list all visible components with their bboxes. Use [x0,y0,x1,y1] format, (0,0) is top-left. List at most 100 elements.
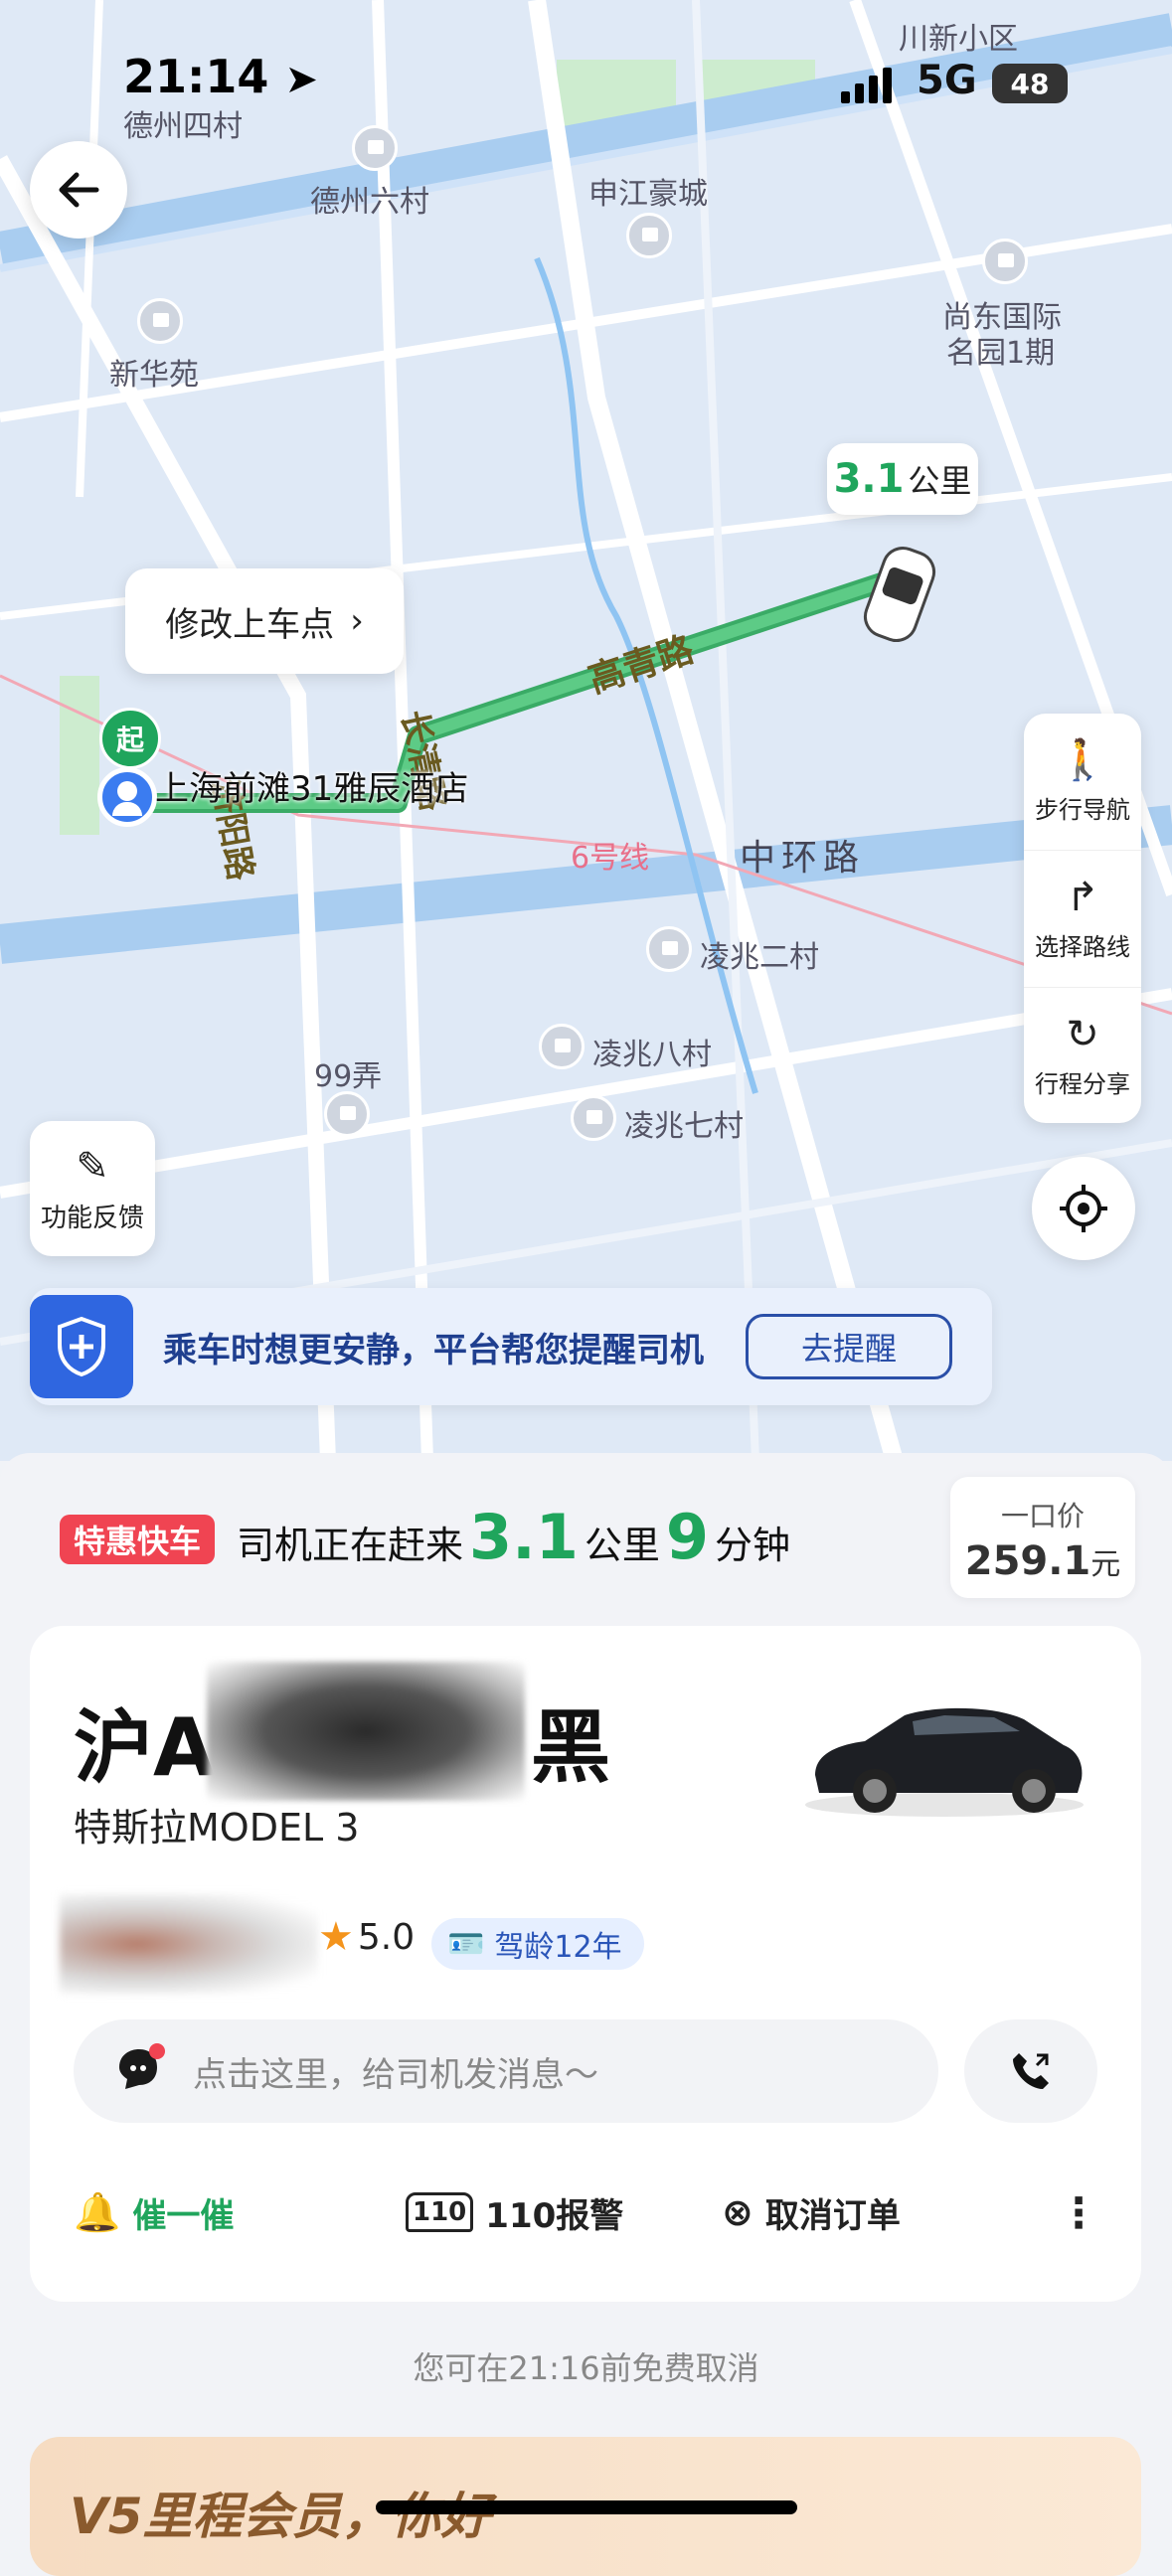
map-label: 凌兆七村 [624,1109,744,1144]
price-box[interactable]: 一口价 259.1元 [950,1477,1135,1598]
plate-redaction [207,1662,525,1801]
map-label: 凌兆二村 [700,940,819,975]
police-button[interactable]: 110 110报警 [406,2163,623,2262]
feedback-button[interactable]: ✎ 功能反馈 [30,1121,155,1256]
car-image [805,1707,1084,1817]
driving-age-badge: 🪪 驾龄12年 [431,1918,644,1970]
eta-distance-unit: 公里 [584,1524,660,1567]
start-marker: 起 [99,708,161,769]
walk-icon: 🚶 [1058,737,1107,783]
urge-button[interactable]: 🔔 催一催 [74,2163,234,2262]
feedback-label: 功能反馈 [40,1203,144,1233]
network-label: 5G [917,58,977,103]
walk-navigation-button[interactable]: 🚶 步行导航 [1024,714,1141,851]
poi-icon [137,298,183,344]
police-icon: 110 [406,2192,474,2232]
quiet-ride-text: 乘车时想更安静，平台帮您提醒司机 [163,1330,704,1370]
map-label: 名园1期 [946,336,1056,371]
remind-driver-button[interactable]: 去提醒 [746,1314,952,1379]
trip-share-button[interactable]: ↻ 行程分享 [1024,988,1141,1124]
map-label: 申江豪城 [588,177,708,212]
shield-icon [30,1295,133,1398]
poi-icon [982,239,1028,284]
chat-icon [111,2041,171,2101]
id-card-icon: 🪪 [447,1926,485,1962]
edit-icon: ✎ [76,1143,109,1190]
locate-button[interactable] [1032,1157,1135,1260]
driver-card: 沪A 黑 特斯拉MODEL 3 ★ 5.0 🪪 驾龄12年 点击这里，给司机发消… [30,1626,1141,2302]
map-label: 新华苑 [109,358,199,393]
map-canvas [0,0,1172,1461]
back-button[interactable] [30,141,127,239]
distance-value: 3.1 [833,456,905,502]
more-options-button[interactable]: ⋮ [1058,2163,1099,2262]
urge-label: 催一催 [132,2195,235,2236]
map-view[interactable]: 川新小区 德州四村 德州六村 申江豪城 尚东国际 名园1期 新华苑 高青路 长清… [0,0,1172,1461]
chevron-right-icon: › [350,601,364,641]
arrow-left-icon [59,172,99,208]
crosshair-icon [1060,1185,1107,1232]
map-label: 99弄 [314,1059,383,1094]
car-model: 特斯拉MODEL 3 [74,1806,360,1850]
plate-color: 黑 [531,1701,610,1794]
bell-icon: 🔔 [74,2189,121,2234]
edit-pickup-button[interactable]: 修改上车点 › [125,568,404,674]
poi-icon [324,1091,370,1137]
home-indicator[interactable] [376,2500,797,2514]
eta-text: 司机正在赶来 3.1 公里 9 分钟 [237,1501,790,1573]
phone-icon [1013,2053,1049,2089]
quiet-ride-banner: 乘车时想更安静，平台帮您提醒司机 去提醒 [30,1288,992,1405]
poi-icon [571,1095,616,1141]
distance-bubble: 3.1 公里 [827,443,978,515]
pickup-location-label: 上海前滩31雅辰酒店 [155,769,469,809]
map-label: 德州六村 [310,185,429,220]
driver-avatar[interactable] [60,1894,318,1994]
police-label: 110报警 [485,2195,624,2236]
walk-navigation-label: 步行导航 [1035,796,1130,824]
price-amount: 259.1 [964,1538,1091,1584]
cancel-circle-icon: ⊗ [722,2190,753,2234]
trip-share-label: 行程分享 [1035,1070,1130,1098]
route-icon: ↱ [1066,875,1099,920]
signal-icon [841,64,897,103]
select-route-button[interactable]: ↱ 选择路线 [1024,851,1141,988]
select-route-label: 选择路线 [1035,933,1130,961]
user-location-icon [97,767,157,827]
rating-value: 5.0 [357,1916,416,1958]
eta-prefix: 司机正在赶来 [237,1524,464,1567]
distance-unit: 公里 [908,462,972,500]
call-driver-button[interactable] [964,2019,1097,2123]
eta-distance: 3.1 [469,1501,579,1573]
message-placeholder: 点击这里，给司机发消息～ [193,2054,598,2095]
map-label: 川新小区 [899,22,1018,57]
action-bar: 🔔 催一催 110 110报警 ⊗ 取消订单 ⋮ [30,2163,1141,2262]
eta-minutes-unit: 分钟 [715,1524,791,1567]
poi-icon [626,213,672,258]
road-label: 中环路 [740,838,866,879]
share-icon: ↻ [1066,1012,1099,1057]
map-side-panel: 🚶 步行导航 ↱ 选择路线 ↻ 行程分享 [1024,714,1141,1123]
poi-icon [539,1024,585,1069]
free-cancel-note: 您可在21:16前免费取消 [413,2349,759,2387]
poi-icon [646,926,692,972]
price-unit: 元 [1090,1547,1121,1582]
poi-icon [352,125,398,171]
price-label: 一口价 [1000,1500,1085,1532]
more-vertical-icon: ⋮ [1058,2187,1099,2237]
metro-label: 6号线 [571,841,650,876]
battery-icon: 48 [992,64,1068,103]
cancel-order-button[interactable]: ⊗ 取消订单 [722,2163,901,2262]
star-icon: ★ [318,1914,354,1960]
status-time: 21:14 ➤ [123,50,318,119]
location-arrow-icon: ➤ [284,57,318,102]
eta-minutes: 9 [665,1501,710,1573]
price-value: 259.1元 [950,1538,1135,1584]
map-label: 凌兆八村 [592,1038,712,1072]
edit-pickup-label: 修改上车点 [165,604,335,645]
ride-type-badge: 特惠快车 [60,1515,216,1564]
time-text: 21:14 [123,50,269,103]
cancel-order-label: 取消订单 [764,2195,901,2236]
message-driver-input[interactable]: 点击这里，给司机发消息～ [74,2019,938,2123]
plate-prefix: 沪A [74,1701,215,1794]
driving-age-text: 驾龄12年 [494,1930,622,1965]
